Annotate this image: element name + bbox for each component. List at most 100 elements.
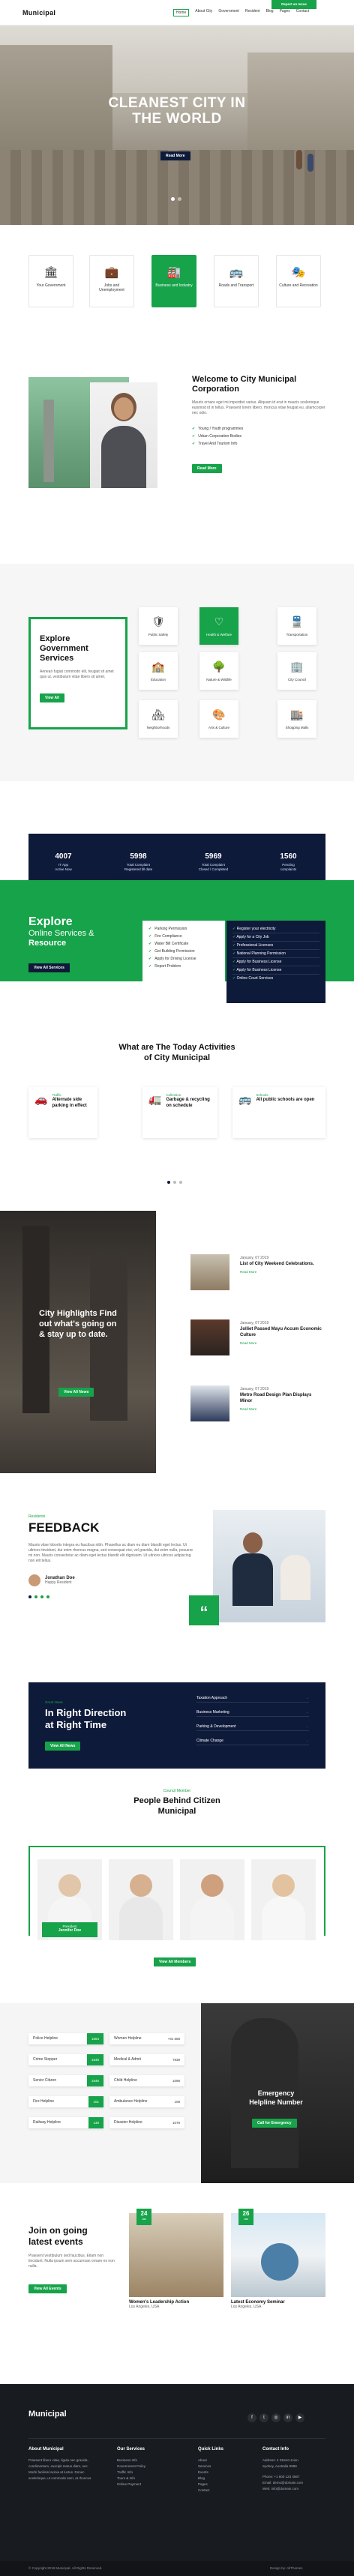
online-service-link[interactable]: ✔ Apply for a City Job [232,933,320,942]
news-thumb-3[interactable] [190,1385,230,1421]
nav-item-contact[interactable]: Contact [296,9,309,16]
online-service-link[interactable]: ✔ Register your electricity [232,925,320,933]
hero-read-more-button[interactable]: Read More [160,147,190,160]
nav-item-pages[interactable]: Pages [280,9,290,16]
call-emergency-button[interactable]: Call for Emergency [252,2114,297,2128]
view-all-members-button[interactable]: View All Members [154,1953,196,1966]
footer-link[interactable]: Tours & Info [117,2476,177,2482]
event-image-1[interactable]: 24 Jan [129,2209,224,2297]
view-all-services-button[interactable]: View All Services [28,959,134,972]
tile-health[interactable]: ♡ Health & Welfare [200,607,238,645]
service-roads[interactable]: 🚌 Roads and Transport [214,255,259,307]
footer-link[interactable]: Blog [198,2476,250,2482]
tile-transportation[interactable]: 🚆 Transportation [278,607,316,645]
site-logo[interactable]: Municipal [22,9,56,16]
service-business[interactable]: 🏭 Business and Industry [152,255,196,307]
activity-card-schools[interactable]: 🚌 Schools All public schools are open [232,1087,326,1138]
youtube-icon[interactable]: ▶ [296,2413,304,2422]
helpline-row[interactable]: Crime Stopper 1546 [28,2054,104,2065]
direction-view-all-button[interactable]: View All News [45,1737,158,1751]
online-service-link[interactable]: ✔ Parking Permission [148,925,219,933]
tile-arts[interactable]: 🎨 Arts & Culture [200,700,238,738]
footer-link[interactable]: Online Payment [117,2482,177,2488]
tile-shopping[interactable]: 🏬 Shopping Malls [278,700,316,738]
view-all-events-button[interactable]: View All Events [28,2280,118,2293]
slider-dot[interactable] [179,1181,182,1184]
helpline-row[interactable]: Fire Helpline 101 [28,2096,104,2107]
council-member[interactable] [251,1859,316,1940]
activities-dots [167,1181,182,1184]
slider-dot-active[interactable] [167,1181,170,1184]
helpline-row[interactable]: Ambulance Helpline 108 [110,2096,184,2107]
service-culture[interactable]: 🎭 Culture and Recreation [276,255,321,307]
direction-link[interactable]: Climate Change → [196,1737,309,1745]
footer-link[interactable]: Business Info [117,2458,177,2464]
council-member[interactable] [109,1859,173,1940]
online-service-link[interactable]: ✔ Professional Licenses [232,942,320,950]
linkedin-icon[interactable]: in [284,2413,292,2422]
helpline-row[interactable]: Disaster Helpline 1078 [110,2117,184,2128]
event-image-2[interactable]: 26 Jan [231,2209,326,2297]
service-jobs[interactable]: 💼 Jobs and Unemployment [89,255,134,307]
footer-link[interactable]: Contact [198,2488,250,2494]
helpline-row[interactable]: Police Helpline 1564 [28,2033,104,2044]
facebook-icon[interactable]: f [248,2413,256,2422]
view-all-news-button[interactable]: View All News [58,1383,94,1397]
direction-link[interactable]: Parking & Development → [196,1723,309,1731]
arrow-icon: → [305,1724,309,1729]
helpline-row[interactable]: Senior Citizen 1546 [28,2075,104,2086]
helpline-row[interactable]: Child Helpline 1098 [110,2075,184,2086]
welcome-read-more-button[interactable]: Read More [192,460,327,473]
slider-dot[interactable] [34,1595,38,1598]
service-your-government[interactable]: 🏛 Your Government [28,255,74,307]
tile-education[interactable]: 🏫 Education [139,652,178,690]
online-service-link[interactable]: ✔ Online Court Services [232,975,320,983]
tile-nature[interactable]: 🌳 Nature & Wildlife [200,652,238,690]
footer-link[interactable]: Pages [198,2482,250,2488]
check-icon: ✔ [192,427,196,431]
slider-dot-active[interactable] [28,1595,32,1598]
helpline-row[interactable]: Medical & Admit 7839 [110,2054,184,2065]
instagram-icon[interactable]: ◎ [272,2413,280,2422]
news-thumb-2[interactable] [190,1319,230,1355]
slider-dot[interactable] [46,1595,50,1598]
slider-dot-active[interactable] [171,197,175,201]
report-issue-button[interactable]: Report an Issue [272,0,316,9]
nav-item-government[interactable]: Government [218,9,239,16]
nav-item-resident[interactable]: Resident [245,9,260,16]
online-service-link[interactable]: ✔ Apply for Business License [232,958,320,966]
tile-neighborhoods[interactable]: 🏘 Neighborhoods [139,700,178,738]
slider-dot[interactable] [40,1595,44,1598]
online-service-link[interactable]: ✔ Fire Compliance [148,933,219,940]
activity-card-collection[interactable]: 🚛 Collection Garbage & recycling on sche… [142,1087,218,1138]
footer-link[interactable]: Government Policy [117,2464,177,2470]
council-member-featured[interactable]: President Jennifer Doe [38,1859,102,1940]
slider-dot[interactable] [178,197,182,201]
helpline-row[interactable]: Women Helpline +91 658 [110,2033,184,2044]
online-service-link[interactable]: ✔ Report Problem [148,963,219,970]
twitter-icon[interactable]: t [260,2413,268,2422]
footer-link[interactable]: Events [198,2470,250,2476]
tile-public-safety[interactable]: 🛡 Public Safety [139,607,178,645]
news-thumb-1[interactable] [190,1254,230,1290]
helpline-row[interactable]: Railway Helpline 130 [28,2117,104,2128]
direction-link[interactable]: Taxation Approach → [196,1694,309,1703]
gov-view-all-button[interactable]: View All [40,689,116,702]
activity-card-traffic[interactable]: 🚗 Traffic Alternate side parking in effe… [28,1087,98,1138]
direction-link[interactable]: Business Marketing → [196,1709,309,1717]
online-service-link[interactable]: ✔ Apply for Driving License [148,955,219,963]
footer-link[interactable]: About [198,2458,250,2464]
online-service-link[interactable]: ✔ Water Bill Certificate [148,940,219,948]
nav-item-blog[interactable]: Blog [266,9,274,16]
footer-link[interactable]: Services [198,2464,250,2470]
council-member[interactable] [180,1859,244,1940]
footer-link[interactable]: Traffic Info [117,2470,177,2476]
nav-item-about[interactable]: About City [195,9,212,16]
online-service-link[interactable]: ✔ Get Building Permission [148,948,219,955]
slider-dot[interactable] [173,1181,176,1184]
online-service-link[interactable]: ✔ National Planning Permission [232,950,320,958]
nav-item-home[interactable]: Home [172,8,190,16]
tile-city-council[interactable]: 🏢 City Council [278,652,316,690]
online-service-link[interactable]: ✔ Apply for Business License [232,966,320,975]
footer-logo[interactable]: Municipal [28,2410,67,2419]
